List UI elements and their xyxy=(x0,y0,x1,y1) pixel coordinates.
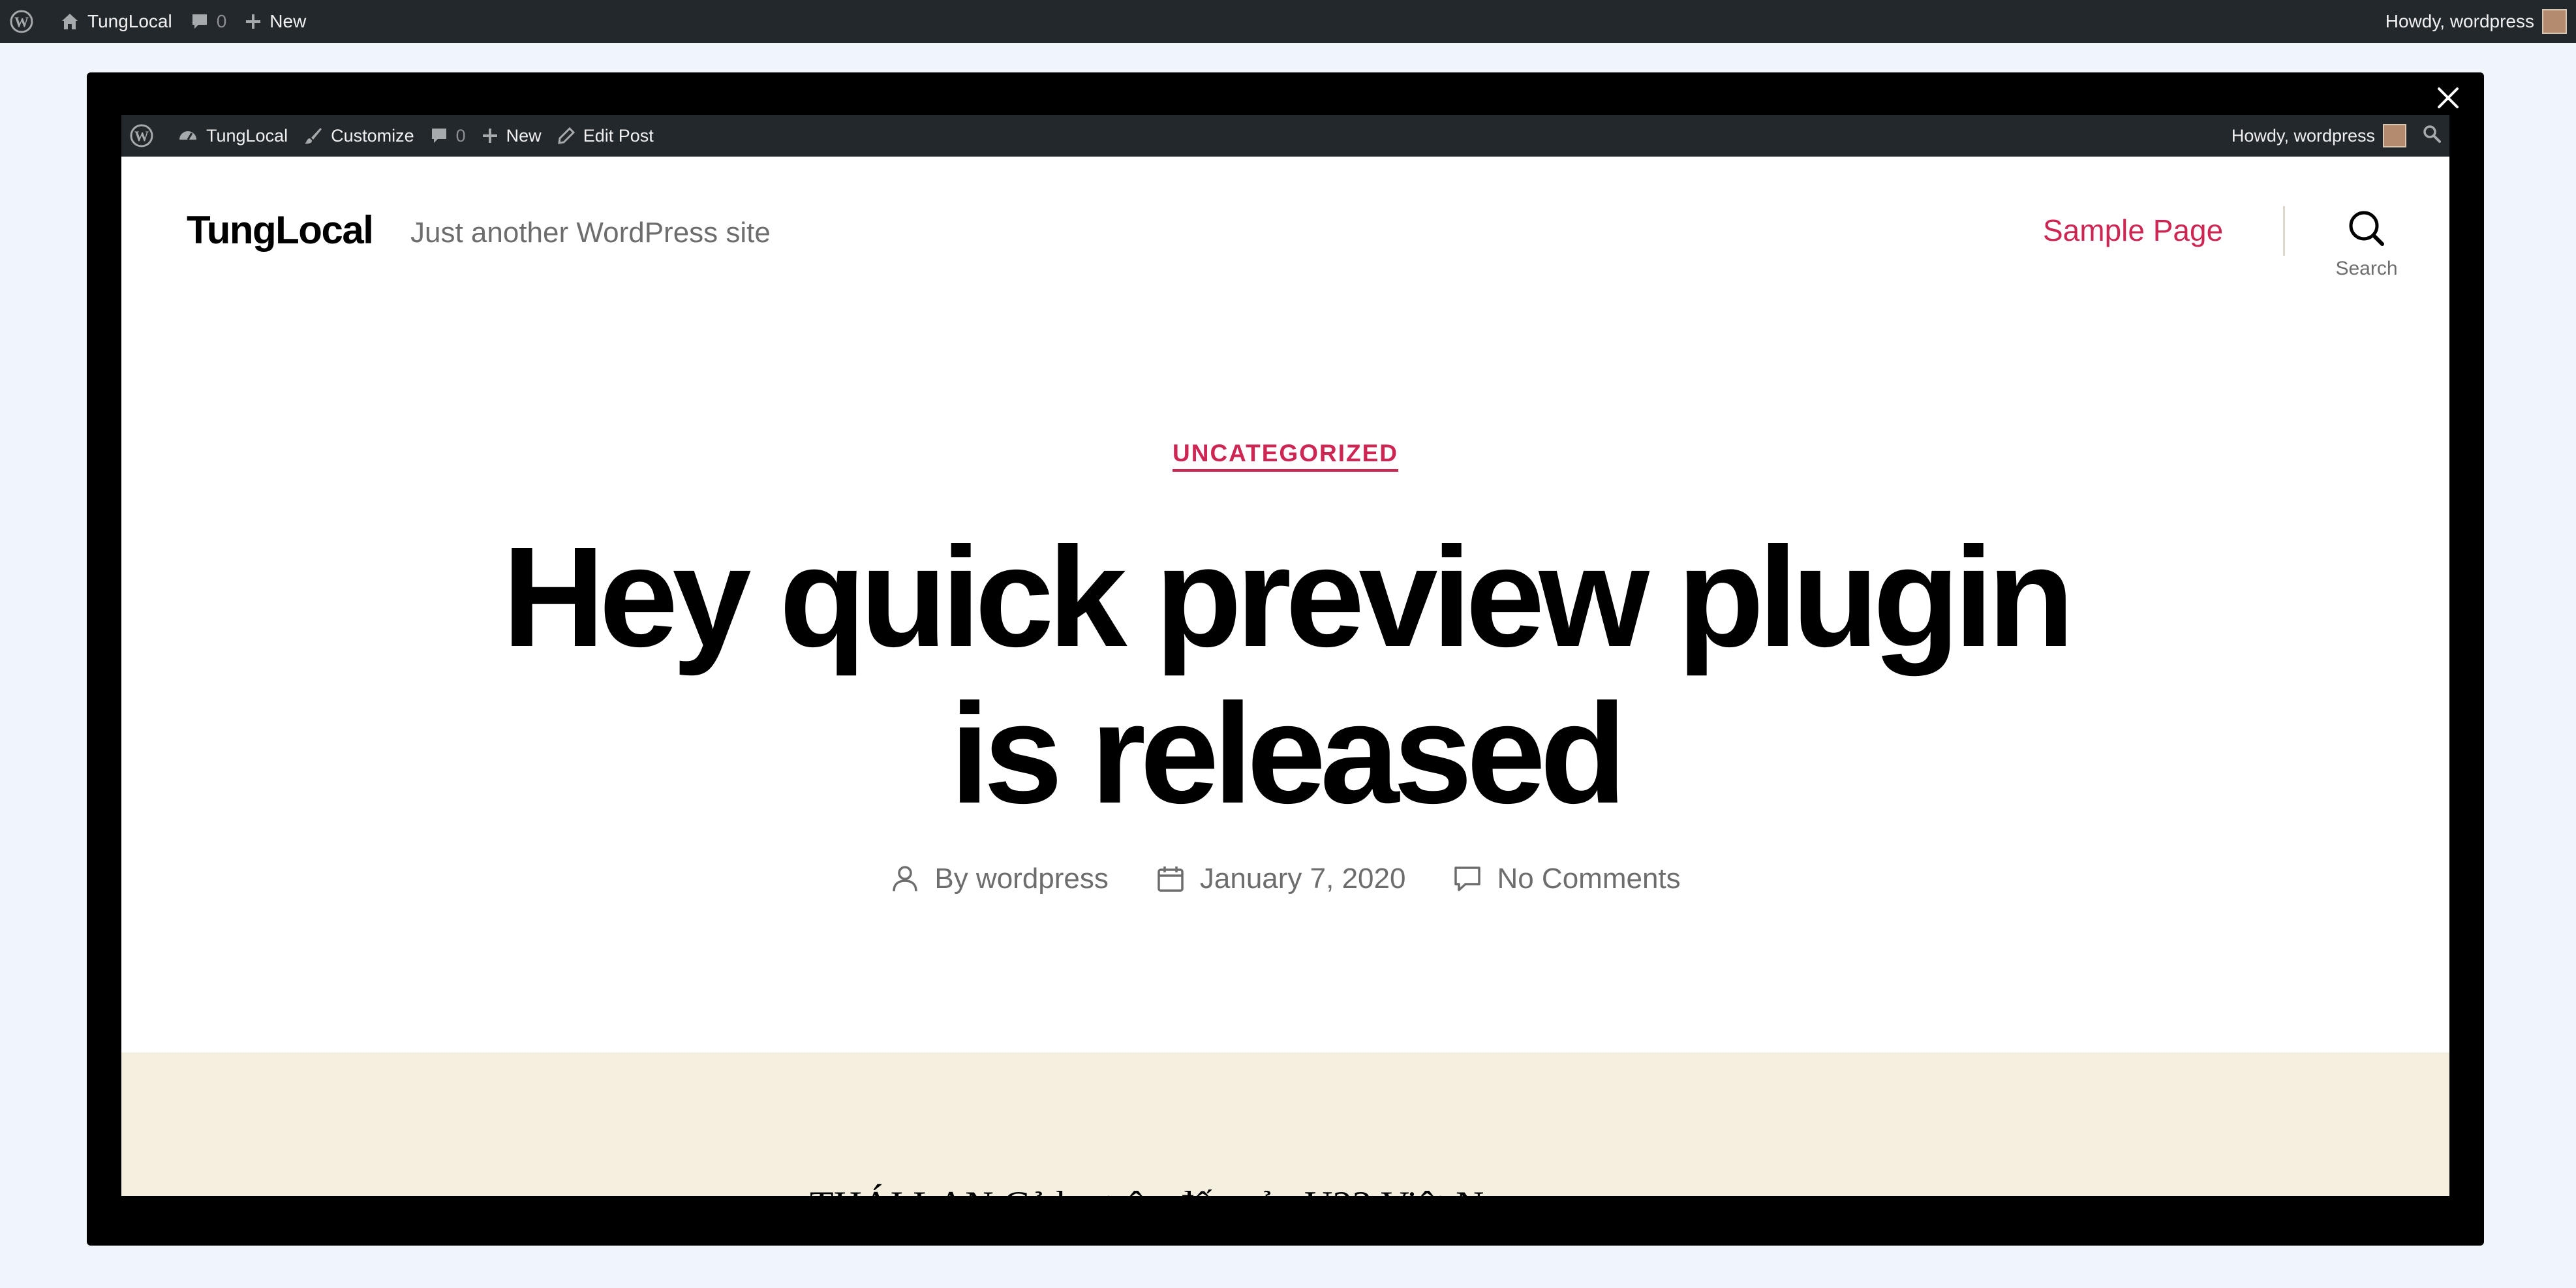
comments-menu[interactable]: 0 xyxy=(181,0,236,43)
avatar xyxy=(2542,9,2567,34)
site-title-link[interactable]: TungLocal xyxy=(187,207,374,253)
category-link[interactable]: UNCATEGORIZED xyxy=(1173,440,1398,472)
customize-menu[interactable]: Customize xyxy=(296,115,422,157)
preview-modal: W TungLocal Customize 0 New Edit Post Ho… xyxy=(87,72,2484,1246)
inner-comments-menu[interactable]: 0 xyxy=(422,115,474,157)
post-content-band: THÁI LAN Cả ba trận đấu của U23 Việt Nam xyxy=(121,1052,2449,1196)
post-title-line-1: Hey quick preview plugin xyxy=(502,518,2075,677)
preview-frame: W TungLocal Customize 0 New Edit Post Ho… xyxy=(121,115,2449,1196)
comment-bubble-icon xyxy=(191,12,209,31)
my-account-menu[interactable]: Howdy, wordpress xyxy=(2376,0,2576,43)
svg-text:W: W xyxy=(134,128,149,144)
edit-post-label: Edit Post xyxy=(583,125,654,146)
nav-divider xyxy=(2283,206,2285,256)
inner-wp-logo-menu[interactable]: W xyxy=(121,115,170,157)
post-date: January 7, 2020 xyxy=(1156,863,1406,895)
user-icon xyxy=(890,864,920,894)
search-icon xyxy=(2422,124,2442,148)
outer-admin-bar: W TungLocal 0 New Howdy, wordpress xyxy=(0,0,2576,43)
new-label: New xyxy=(269,11,307,31)
nav-link-sample-page[interactable]: Sample Page xyxy=(2043,213,2223,248)
search-toggle-button[interactable]: Search xyxy=(2324,207,2409,279)
paintbrush-icon xyxy=(303,126,323,146)
search-label: Search xyxy=(2335,258,2398,279)
comment-icon xyxy=(1452,864,1482,894)
plus-icon xyxy=(482,127,498,144)
post-author-link[interactable]: By wordpress xyxy=(934,863,1109,895)
inner-site-name-menu[interactable]: TungLocal xyxy=(170,115,296,157)
inner-new-label: New xyxy=(506,125,542,146)
avatar xyxy=(2383,124,2406,147)
post-title: Hey quick preview plugin is released xyxy=(382,519,2188,833)
inner-site-name-label: TungLocal xyxy=(206,125,288,146)
post-author: By wordpress xyxy=(890,863,1109,895)
post-excerpt-text: THÁI LAN Cả ba trận đấu của U23 Việt Nam xyxy=(810,1183,1532,1196)
comments-count: 0 xyxy=(216,11,227,31)
inner-greeting-text: Howdy, wordpress xyxy=(2231,125,2375,146)
customize-label: Customize xyxy=(331,125,414,146)
greeting-text: Howdy, wordpress xyxy=(2385,11,2534,31)
inner-new-content-menu[interactable]: New xyxy=(474,115,549,157)
post-date-link[interactable]: January 7, 2020 xyxy=(1200,863,1406,895)
new-content-menu[interactable]: New xyxy=(236,0,315,43)
site-name-label: TungLocal xyxy=(87,11,172,31)
site-description: Just another WordPress site xyxy=(410,217,771,249)
post-comments: No Comments xyxy=(1452,863,1681,895)
svg-text:W: W xyxy=(14,14,29,30)
close-modal-button[interactable] xyxy=(2432,83,2464,115)
post-meta: By wordpress January 7, 2020 No Comments xyxy=(121,863,2449,895)
post-title-line-2: is released xyxy=(949,675,1627,833)
home-icon xyxy=(60,12,80,31)
inner-comments-count: 0 xyxy=(455,125,466,146)
post-comments-link[interactable]: No Comments xyxy=(1497,863,1680,895)
inner-my-account-menu[interactable]: Howdy, wordpress xyxy=(2224,115,2414,157)
comment-bubble-icon xyxy=(430,127,448,145)
close-icon xyxy=(2435,85,2461,114)
site-name-menu[interactable]: TungLocal xyxy=(51,0,181,43)
edit-post-menu[interactable]: Edit Post xyxy=(549,115,662,157)
wp-logo-menu[interactable]: W xyxy=(0,0,51,43)
admin-bar-search-button[interactable] xyxy=(2414,115,2449,157)
search-icon xyxy=(2346,207,2387,253)
calendar-icon xyxy=(1156,864,1186,894)
pencil-icon xyxy=(557,127,575,145)
dashboard-gauge-icon xyxy=(177,125,198,146)
plus-icon xyxy=(245,13,262,30)
post-category: UNCATEGORIZED xyxy=(121,440,2449,472)
wordpress-logo-icon: W xyxy=(9,9,34,34)
wordpress-logo-icon: W xyxy=(129,123,154,148)
inner-admin-bar: W TungLocal Customize 0 New Edit Post Ho… xyxy=(121,115,2449,157)
